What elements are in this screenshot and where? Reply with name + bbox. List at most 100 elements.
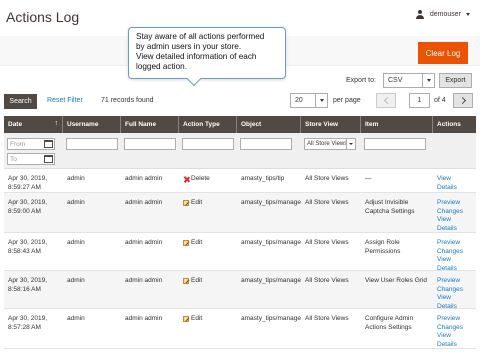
row-object: amasty_tips/manage bbox=[241, 315, 301, 322]
action-type-filter-input[interactable] bbox=[182, 138, 234, 150]
row-username: admin bbox=[67, 239, 85, 246]
user-icon bbox=[416, 10, 425, 19]
row-item: Assign Role Permissions bbox=[365, 239, 401, 255]
export-format-value: CSV bbox=[388, 77, 403, 84]
preview-changes-link[interactable]: Preview Changes bbox=[437, 199, 476, 216]
row-action-type: Edit bbox=[191, 277, 203, 284]
column-header-item[interactable]: Item bbox=[361, 116, 433, 133]
chevron-down-icon bbox=[315, 94, 327, 107]
row-username: admin bbox=[67, 175, 85, 182]
column-header-username[interactable]: Username bbox=[63, 116, 121, 133]
row-full-name: admin admin bbox=[125, 315, 163, 322]
row-full-name: admin admin bbox=[125, 239, 163, 246]
records-count: 71 records found bbox=[101, 97, 154, 104]
preview-changes-link[interactable]: Preview Changes bbox=[437, 315, 476, 332]
actions-log-grid: Date ↑ Username Full Name Action Type Obj… bbox=[4, 116, 476, 349]
view-details-link[interactable]: View Details bbox=[437, 175, 476, 192]
row-store-view: All Store Views bbox=[305, 199, 349, 206]
row-date: Apr 30, 2019, bbox=[8, 175, 48, 182]
column-header-actions: Actions bbox=[437, 121, 461, 128]
current-page-input[interactable]: 1 bbox=[409, 93, 430, 108]
tooltip-line: Stay aware of all actions performed bbox=[136, 32, 265, 41]
row-date: Apr 30, 2019, bbox=[8, 199, 48, 206]
table-row: Apr 30, 2019, 8:57:28 AM admin admin admi… bbox=[4, 309, 476, 349]
preview-changes-link[interactable]: Preview Changes bbox=[437, 239, 476, 256]
date-from-field[interactable]: From bbox=[7, 138, 55, 150]
filter-row: From To All Store Views bbox=[4, 133, 476, 169]
row-time: 8:59:00 AM bbox=[8, 207, 41, 215]
row-action-type: Edit bbox=[191, 199, 203, 206]
date-to-field[interactable]: To bbox=[7, 153, 55, 165]
feature-tooltip: Stay aware of all actions performed by a… bbox=[128, 27, 286, 87]
calendar-icon[interactable] bbox=[44, 155, 53, 163]
chevron-left-icon bbox=[383, 96, 391, 105]
row-username: admin bbox=[67, 315, 85, 322]
table-row: Apr 30, 2019, 8:58:43 AM admin admin admi… bbox=[4, 233, 476, 272]
table-row: Apr 30, 2019, 8:59:00 AM admin admin admi… bbox=[4, 193, 476, 233]
chevron-down-icon bbox=[422, 74, 434, 87]
edit-icon bbox=[183, 278, 189, 284]
per-page-value: 20 bbox=[295, 97, 303, 104]
sort-arrow-icon: ↑ bbox=[54, 120, 59, 127]
column-header-store-view[interactable]: Store View bbox=[301, 116, 361, 133]
export-label: Export to: bbox=[346, 77, 376, 84]
column-header-action-type[interactable]: Action Type bbox=[179, 116, 237, 133]
delete-icon bbox=[183, 176, 189, 182]
edit-icon bbox=[183, 316, 189, 322]
row-item: Configure Admin Actions Settings bbox=[365, 315, 414, 331]
store-view-filter-select[interactable]: All Store Views bbox=[304, 138, 356, 150]
tooltip-line: View detailed information of each bbox=[136, 52, 257, 61]
full-name-filter-input[interactable] bbox=[124, 138, 176, 150]
row-store-view: All Store Views bbox=[305, 239, 349, 246]
object-filter-input[interactable] bbox=[240, 138, 292, 150]
row-time: 8:59:27 AM bbox=[8, 183, 41, 191]
search-button[interactable]: Search bbox=[4, 94, 37, 109]
column-header-object[interactable]: Object bbox=[237, 116, 301, 133]
table-row: Apr 30, 2019, 8:59:27 AM admin admin admi… bbox=[4, 169, 476, 193]
row-username: admin bbox=[67, 277, 85, 284]
row-action-type: Edit bbox=[191, 315, 203, 322]
chevron-down-icon bbox=[346, 139, 355, 149]
tooltip-line: by admin users in your store. bbox=[136, 42, 242, 51]
edit-icon bbox=[183, 240, 189, 246]
view-details-link[interactable]: View Details bbox=[437, 332, 476, 349]
table-row: Apr 30, 2019, 8:58:16 AM admin admin admi… bbox=[4, 271, 476, 310]
tooltip-tail bbox=[186, 71, 202, 87]
tooltip-line: logged action. bbox=[136, 62, 187, 71]
row-full-name: admin admin bbox=[125, 277, 163, 284]
row-time: 8:58:43 AM bbox=[8, 247, 41, 255]
row-item: Adjust Invisible Captcha Settings bbox=[365, 199, 415, 215]
reset-filter-link[interactable]: Reset Filter bbox=[47, 97, 83, 104]
row-time: 8:57:28 AM bbox=[8, 323, 41, 331]
row-full-name: admin admin bbox=[125, 175, 163, 182]
row-store-view: All Store Views bbox=[305, 277, 349, 284]
per-page-select[interactable]: 20 bbox=[290, 93, 328, 108]
row-object: amasty_tips/manage bbox=[241, 199, 301, 206]
preview-changes-link[interactable]: Preview Changes bbox=[437, 277, 476, 294]
row-object: amasty_tips/manage bbox=[241, 239, 301, 246]
clear-log-button[interactable]: Clear Log bbox=[418, 42, 468, 64]
grid-header: Date ↑ Username Full Name Action Type Obj… bbox=[4, 116, 476, 133]
next-page-button[interactable] bbox=[453, 93, 473, 108]
row-store-view: All Store Views bbox=[305, 175, 349, 182]
username-filter-input[interactable] bbox=[66, 138, 118, 150]
view-details-link[interactable]: View Details bbox=[437, 216, 476, 233]
item-filter-input[interactable] bbox=[364, 138, 426, 150]
calendar-icon[interactable] bbox=[44, 140, 53, 148]
export-button[interactable]: Export bbox=[439, 73, 472, 88]
row-object: amasty_tips/manage bbox=[241, 277, 301, 284]
export-format-select[interactable]: CSV bbox=[383, 73, 435, 88]
row-date: Apr 30, 2019, bbox=[8, 239, 48, 246]
row-object: amasty_tips/tip bbox=[241, 175, 285, 182]
user-menu[interactable]: demouser bbox=[416, 10, 470, 19]
row-item: — bbox=[365, 175, 372, 182]
page-total: of 4 bbox=[434, 97, 446, 104]
chevron-down-icon bbox=[466, 13, 470, 16]
previous-page-button[interactable] bbox=[376, 93, 396, 108]
column-header-date[interactable]: Date ↑ bbox=[4, 116, 63, 133]
row-time: 8:58:16 AM bbox=[8, 285, 41, 293]
row-username: admin bbox=[67, 199, 85, 206]
column-header-full-name[interactable]: Full Name bbox=[121, 116, 179, 133]
row-date: Apr 30, 2019, bbox=[8, 277, 48, 284]
row-full-name: admin admin bbox=[125, 199, 163, 206]
